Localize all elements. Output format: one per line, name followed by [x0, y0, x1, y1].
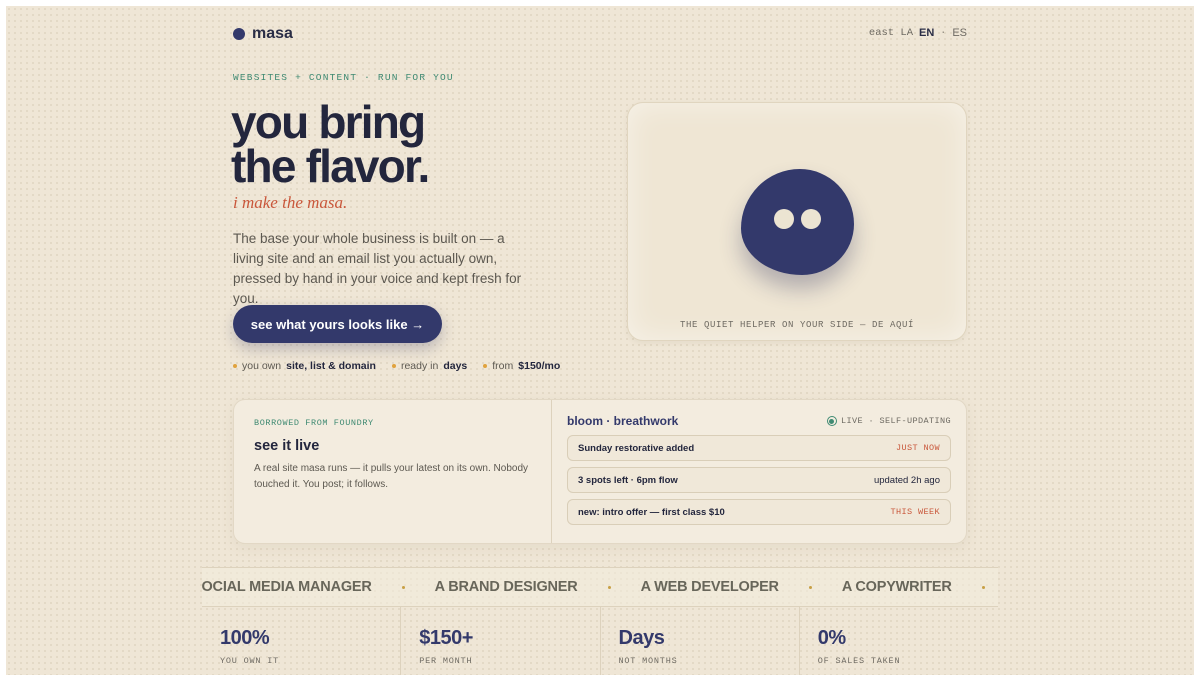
list-item: Sunday restorative added JUST NOW	[567, 435, 951, 461]
bullet-strong: site, list & domain	[286, 360, 376, 372]
bullet-prefix: you own	[242, 360, 282, 372]
stat-label: OF SALES TAKEN	[817, 656, 901, 666]
hero-lede: The base your whole business is built on…	[233, 231, 522, 306]
live-site-name[interactable]: bloom · breathwork	[567, 414, 678, 428]
marquee-track: SOCIAL MEDIA MANAGER A BRAND DESIGNER A …	[202, 568, 998, 606]
live-status: LIVE · SELF-UPDATING	[826, 416, 951, 426]
roles-marquee: SOCIAL MEDIA MANAGER A BRAND DESIGNER A …	[202, 567, 998, 607]
stat-value: 100%	[220, 627, 270, 649]
live-demo-card: BORROWED FROM FOUNDRY see it live A real…	[233, 399, 967, 544]
live-demo-intro: BORROWED FROM FOUNDRY see it live A real…	[234, 400, 552, 543]
stat-value: $150+	[419, 627, 473, 649]
cta-button[interactable]: see what yours looks like →	[233, 305, 442, 343]
marquee-dot-icon	[981, 585, 985, 589]
hero-eyebrow: WEBSITES + CONTENT · RUN FOR YOU	[233, 72, 454, 83]
feed-item-text: Sunday restorative added	[578, 442, 695, 454]
marquee-item: SOCIAL MEDIA MANAGER	[202, 579, 372, 595]
marquee-dot-icon	[607, 585, 611, 589]
feed-item-meta: THIS WEEK	[890, 507, 940, 517]
live-description: A real site masa runs — it pulls your la…	[254, 463, 529, 490]
stat-label: YOU OWN IT	[220, 656, 280, 666]
feed-item-meta: JUST NOW	[895, 443, 940, 453]
live-feed-header: bloom · breathwork LIVE · SELF-UPDATING	[567, 413, 951, 429]
bullet-strong: $150/mo	[518, 360, 561, 372]
landing-page: masa east LA EN · ES WEBSITES + CONTENT …	[6, 6, 1194, 675]
mascot-card: THE QUIET HELPER ON YOUR SIDE — DE AQUÍ	[627, 102, 967, 341]
feed-item-text: 3 spots left · 6pm flow	[578, 474, 678, 486]
bullet-dot-icon	[483, 364, 488, 368]
headline-line-2: the flavor.	[231, 140, 430, 192]
bullet-item: ready in days	[391, 360, 468, 372]
mascot-blob-icon	[741, 169, 854, 275]
stat-item: $150+ PER MONTH	[401, 607, 601, 675]
locale-switcher: east LA EN · ES	[869, 27, 967, 39]
headline-line-1: you bring	[231, 96, 426, 148]
bullet-strong: days	[443, 360, 468, 372]
live-feed-list: Sunday restorative added JUST NOW 3 spot…	[567, 435, 951, 525]
live-title: see it live	[254, 438, 320, 454]
stat-value: 0%	[817, 627, 846, 649]
feed-item-meta: updated 2h ago	[873, 474, 940, 486]
marquee-dot-icon	[808, 585, 812, 589]
lang-es-link[interactable]: ES	[952, 27, 967, 39]
hero-tagline: i make the masa.	[233, 193, 348, 212]
bullet-dot-icon	[391, 364, 396, 368]
marquee-item: A COPYWRITER	[841, 579, 952, 595]
list-item: new: intro offer — first class $10 THIS …	[567, 499, 951, 525]
hero-headline: you bring the flavor.	[231, 96, 430, 192]
live-feed: bloom · breathwork LIVE · SELF-UPDATING …	[552, 400, 966, 543]
marquee-item: A WEB DEVELOPER	[640, 579, 779, 595]
bullet-item: from $150/mo	[483, 360, 560, 372]
stat-value: Days	[618, 627, 665, 649]
list-item: 3 spots left · 6pm flow updated 2h ago	[567, 467, 951, 493]
lang-separator: ·	[940, 27, 947, 39]
region-label: east LA	[868, 27, 914, 39]
live-eyebrow: BORROWED FROM FOUNDRY	[254, 418, 374, 428]
stat-item: 0% OF SALES TAKEN	[800, 607, 998, 675]
stat-item: 100% YOU OWN IT	[202, 607, 402, 675]
lang-en-link[interactable]: EN	[919, 27, 934, 39]
stat-item: Days NOT MONTHS	[601, 607, 800, 675]
brand-logo[interactable]: masa	[233, 25, 293, 43]
feed-item-text: new: intro offer — first class $10	[578, 506, 725, 518]
bullet-prefix: ready in	[400, 360, 439, 372]
mascot-caption: THE QUIET HELPER ON YOUR SIDE — DE AQUÍ	[679, 320, 915, 330]
bullet-dot-icon	[233, 364, 237, 368]
brand-dot-icon	[233, 28, 245, 40]
marquee-item: A BRAND DESIGNER	[434, 579, 578, 595]
hero-bullets: you own site, list & domain ready in day…	[233, 360, 560, 372]
brand-name: masa	[252, 25, 293, 42]
live-status-icon	[826, 416, 837, 426]
bullet-item: you own site, list & domain	[233, 360, 376, 372]
marquee-dot-icon	[401, 585, 405, 589]
stat-label: PER MONTH	[419, 656, 473, 666]
stat-label: NOT MONTHS	[618, 656, 678, 666]
mascot-eye-left	[774, 209, 794, 229]
stats-bar: 100% YOU OWN IT $150+ PER MONTH Days NOT…	[202, 607, 998, 675]
mascot-eye-right	[801, 209, 821, 229]
live-status-label: LIVE · SELF-UPDATING	[840, 416, 951, 426]
bullet-prefix: from	[492, 360, 514, 372]
